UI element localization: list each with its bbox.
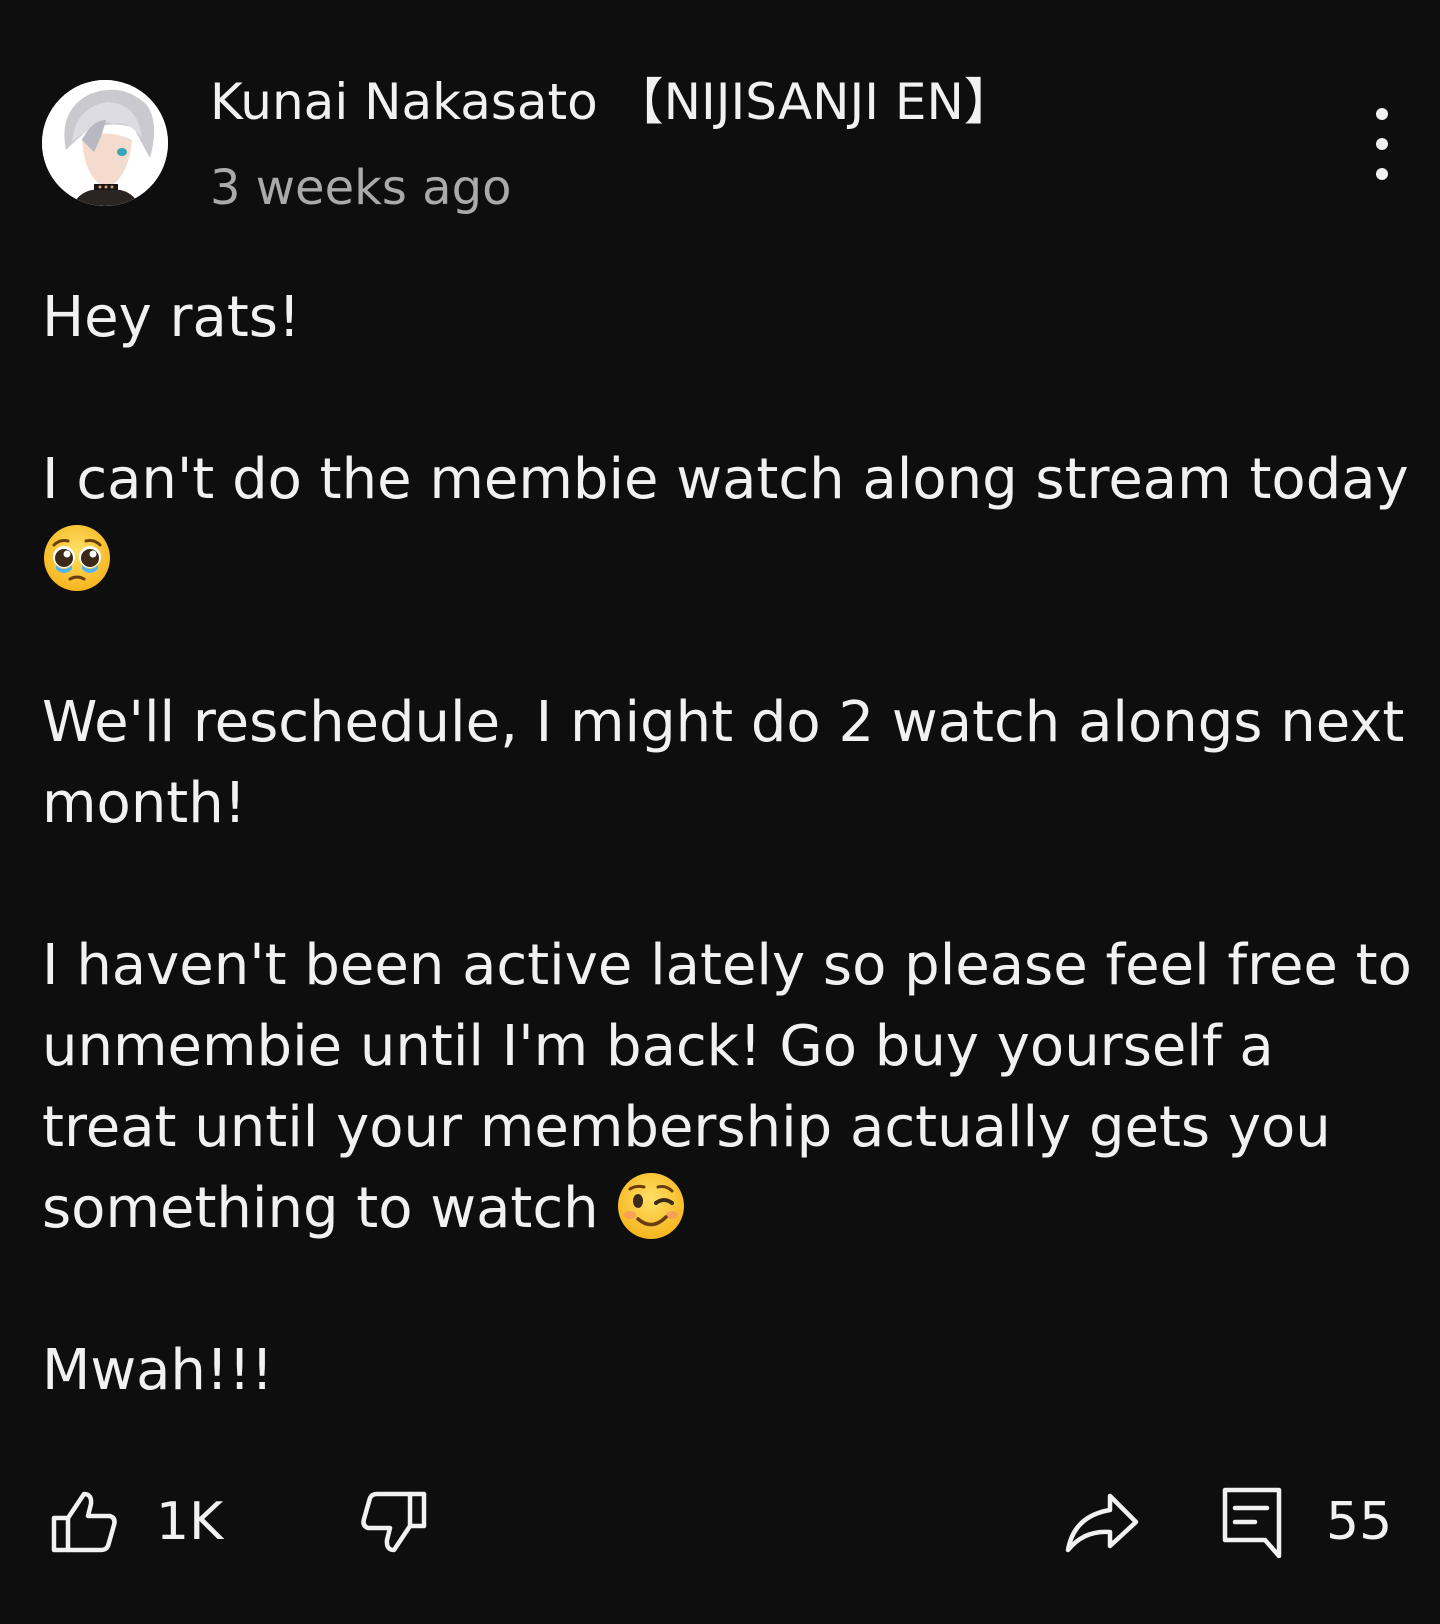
- thumbs-down-icon: [361, 1491, 427, 1553]
- share-icon: [1065, 1493, 1139, 1553]
- post-body: Hey rats! I can't do the membie watch al…: [42, 277, 1412, 1411]
- avatar-image: [42, 80, 168, 206]
- dislike-button[interactable]: [354, 1484, 434, 1560]
- more-vertical-icon: [1376, 108, 1388, 120]
- author-name[interactable]: Kunai Nakasato 【NIJISANJI EN】: [210, 70, 1014, 134]
- share-button[interactable]: [1060, 1484, 1144, 1560]
- comments-button[interactable]: [1218, 1482, 1286, 1562]
- post-paragraph: We'll reschedule, I might do 2 watch alo…: [42, 690, 1405, 836]
- winking-face-emoji: [618, 1173, 685, 1239]
- like-count: 1K: [156, 1492, 224, 1552]
- post-paragraph: Mwah!!!: [42, 1338, 274, 1403]
- thumbs-up-icon: [51, 1491, 117, 1553]
- more-options-button[interactable]: [1360, 108, 1404, 180]
- comment-count: 55: [1326, 1492, 1393, 1552]
- post-paragraph: I haven't been active lately so please f…: [42, 933, 1412, 1241]
- pleading-face-emoji: [44, 525, 110, 591]
- post-paragraph: I can't do the membie watch along stream…: [42, 439, 1412, 601]
- post-paragraph: Hey rats!: [42, 285, 301, 350]
- author-avatar[interactable]: [42, 80, 168, 206]
- post-action-bar: 1K 55: [0, 1476, 1440, 1566]
- post-timestamp[interactable]: 3 weeks ago: [210, 158, 511, 218]
- like-button[interactable]: [44, 1484, 124, 1560]
- community-post: Kunai Nakasato 【NIJISANJI EN】 3 weeks ag…: [0, 0, 1440, 1624]
- comment-icon: [1222, 1487, 1282, 1558]
